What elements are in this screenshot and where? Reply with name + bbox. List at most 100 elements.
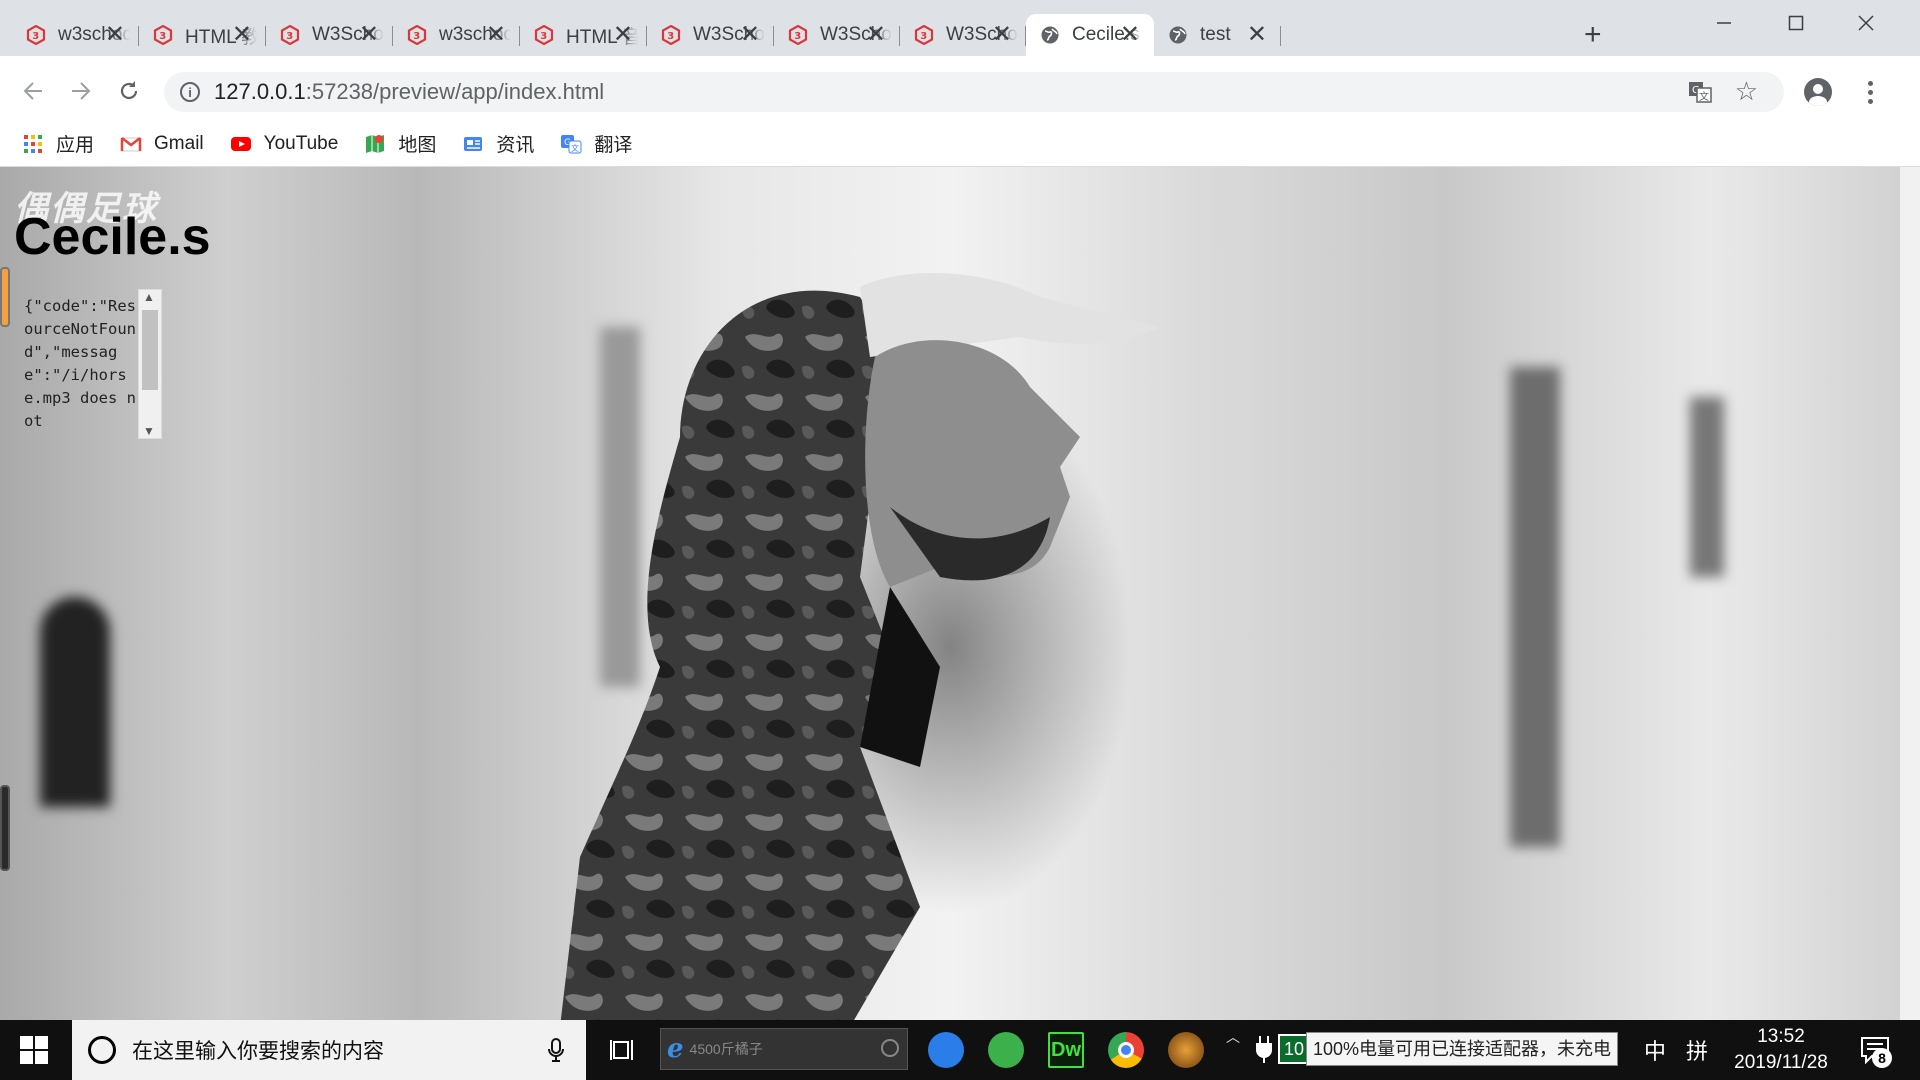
tab[interactable]: 3HTML 教程✕ (139, 14, 266, 56)
svg-text:3: 3 (540, 31, 547, 42)
maps-icon (366, 134, 385, 153)
scroll-thumb[interactable] (142, 310, 158, 390)
audio-fallback-frame[interactable]: {"code":"ResourceNotFound","message":"/i… (18, 289, 162, 445)
url-path: :57238/preview/app/index.html (305, 79, 605, 104)
bookmark-item[interactable]: G 文翻译 (560, 130, 632, 157)
windows-start-icon[interactable] (20, 1036, 48, 1064)
tab-close-icon[interactable]: ✕ (359, 23, 379, 47)
tab[interactable]: 3W3School✕ (900, 14, 1026, 56)
back-button[interactable] (16, 74, 50, 108)
scroll-down-icon[interactable]: ▼ (143, 424, 155, 438)
svg-text:文: 文 (1699, 90, 1709, 103)
reload-icon (120, 81, 138, 100)
sogou-app-icon[interactable] (928, 1032, 964, 1068)
url-host: 127.0.0.1 (214, 79, 306, 104)
page-title: Cecile.s (14, 208, 211, 266)
w3schools-icon: 3 (914, 25, 934, 45)
tab[interactable]: 3W3School✕ (647, 14, 774, 56)
address-bar[interactable]: i 127.0.0.1:57238/preview/app/index.html… (164, 72, 1784, 112)
youtube-icon (230, 136, 251, 151)
site-info-icon[interactable]: i (180, 82, 200, 102)
tab[interactable]: 3W3School✕ (774, 14, 900, 56)
cortana-icon[interactable] (88, 1036, 116, 1064)
clock-date: 2019/11/28 (1734, 1052, 1828, 1073)
svg-text:3: 3 (794, 31, 801, 42)
svg-text:3: 3 (667, 31, 674, 42)
page-viewport: 偶偶足球 Cecile.s {"code":"ResourceNotFound"… (0, 167, 1900, 1020)
tab-close-icon[interactable]: ✕ (105, 23, 125, 47)
bookmark-label: YouTube (263, 132, 339, 154)
ie-search-text: 4500斤橘子 (689, 1041, 763, 1057)
bookmark-label: 应用 (56, 135, 95, 156)
ime-mode-indicator[interactable]: 拼 (1686, 1034, 1708, 1066)
tab[interactable]: 3HTML 音频✕ (520, 14, 647, 56)
dreamweaver-app-icon[interactable]: Dw (1048, 1032, 1084, 1068)
tab-close-icon[interactable]: ✕ (1247, 23, 1267, 47)
tab-close-icon[interactable]: ✕ (740, 23, 760, 47)
globe-icon (1041, 26, 1059, 44)
tab[interactable]: 3W3School✕ (266, 14, 393, 56)
svg-text:3: 3 (920, 31, 927, 42)
tab-close-icon[interactable]: ✕ (613, 23, 633, 47)
w3schools-icon: 3 (534, 25, 554, 45)
tab-close-icon[interactable]: ✕ (866, 23, 886, 47)
tab[interactable]: 3 w3school ✕ (393, 14, 520, 56)
bookmark-item[interactable]: YouTube (230, 132, 339, 155)
forward-button[interactable] (64, 74, 98, 108)
input-language-indicator[interactable]: 中 (1644, 1034, 1666, 1066)
maximize-icon (1788, 15, 1804, 31)
scroll-up-icon[interactable]: ▲ (143, 290, 155, 304)
game-app-icon[interactable] (1168, 1032, 1204, 1068)
url-text[interactable]: 127.0.0.1:57238/preview/app/index.html (214, 79, 604, 105)
bookmark-label: 地图 (398, 135, 437, 156)
globe-icon (1169, 26, 1187, 44)
svg-text:3: 3 (286, 31, 293, 42)
reload-button[interactable] (112, 74, 146, 108)
page-scrollbar[interactable] (1900, 167, 1920, 1020)
ie-search-box[interactable]: e 4500斤橘子 (660, 1028, 908, 1070)
system-clock[interactable]: 13:52 2019/11/28 (1726, 1024, 1836, 1076)
close-window-button[interactable] (1844, 8, 1888, 38)
show-hidden-icons[interactable]: ︿ (1226, 1026, 1240, 1048)
tab-close-icon[interactable]: ✕ (1120, 23, 1140, 47)
minimize-button[interactable] (1702, 8, 1746, 38)
maximize-button[interactable] (1774, 8, 1818, 38)
action-center-button[interactable]: 8 (1860, 1036, 1892, 1068)
bookmark-star-icon[interactable]: ☆ (1735, 76, 1758, 107)
translate-page-icon[interactable]: G文 (1688, 80, 1712, 109)
chrome-app-icon[interactable] (1108, 1032, 1144, 1068)
task-view-icon[interactable] (610, 1038, 636, 1062)
svg-text:3: 3 (32, 31, 39, 42)
tab[interactable]: 3w3schools.com✕ (12, 14, 139, 56)
tab-close-icon[interactable]: ✕ (232, 23, 252, 47)
frame-scrollbar[interactable]: ▲ ▼ (138, 289, 162, 439)
w3schools-icon: 3 (280, 25, 300, 45)
bookmark-item[interactable]: 地图 (364, 130, 436, 157)
bookmark-item[interactable]: Gmail (120, 133, 204, 155)
tab[interactable]: Cecile.s ✕ (1026, 14, 1154, 56)
tab-close-icon[interactable]: ✕ (486, 23, 506, 47)
bookmark-item[interactable]: 资讯 (462, 130, 534, 157)
power-plug-icon[interactable] (1256, 1034, 1272, 1064)
clock-time: 13:52 (1757, 1026, 1805, 1047)
browser-menu-button[interactable] (1856, 78, 1884, 106)
profile-avatar-icon[interactable] (1804, 78, 1832, 106)
microphone-icon[interactable] (548, 1038, 564, 1062)
side-handle[interactable] (0, 267, 10, 327)
bookmark-label: 资讯 (496, 135, 535, 156)
tab-close-icon[interactable]: ✕ (992, 23, 1012, 47)
close-icon (1858, 15, 1874, 31)
notification-count: 8 (1872, 1048, 1892, 1068)
bookmark-label: Gmail (154, 132, 204, 154)
bookmark-item[interactable]: 应用 (22, 130, 94, 157)
side-handle[interactable] (0, 785, 10, 871)
search-icon[interactable] (881, 1039, 899, 1057)
taskbar-search-box[interactable]: 在这里输入你要搜索的内容 (72, 1020, 586, 1080)
browser-app-icon[interactable] (988, 1032, 1024, 1068)
minimize-icon (1717, 22, 1731, 24)
new-tab-button[interactable]: + (1584, 20, 1602, 50)
battery-tooltip: 100%电量可用已连接适配器，未充电 (1306, 1032, 1619, 1066)
background-doorway (40, 597, 110, 807)
tab[interactable]: test ✕ (1154, 14, 1281, 56)
gmail-icon (120, 136, 142, 151)
